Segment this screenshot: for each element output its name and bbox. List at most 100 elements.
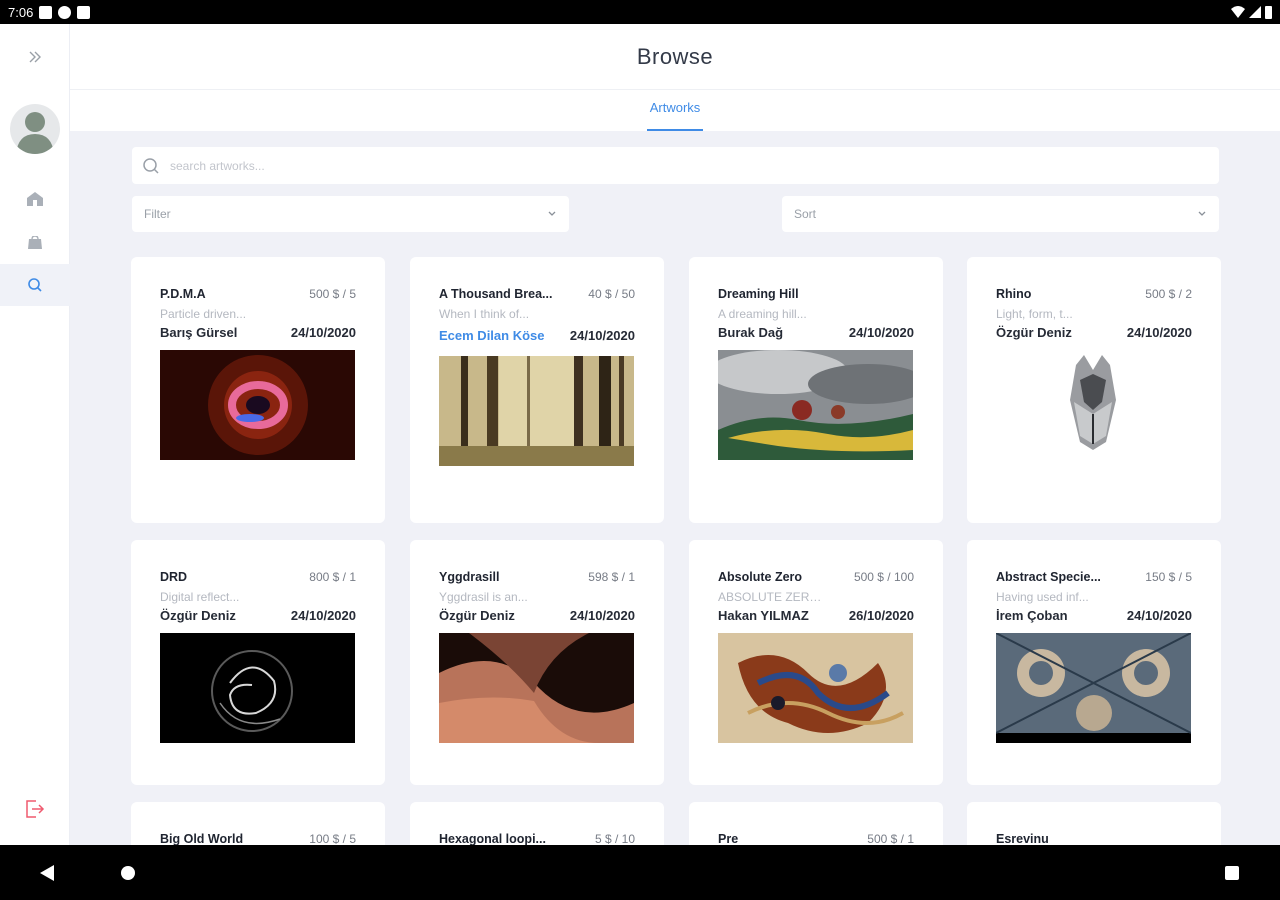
artwork-image[interactable] (996, 633, 1191, 743)
card-title: Esrevinu (996, 832, 1049, 845)
card-artist[interactable]: Burak Dağ (718, 325, 783, 340)
search-icon (143, 157, 159, 174)
nav-store-button[interactable] (0, 222, 70, 264)
avatar[interactable] (10, 104, 60, 154)
card-title: Big Old World (160, 832, 244, 845)
card-date: 26/10/2020 (848, 608, 914, 623)
card-title: P.D.M.A (160, 287, 206, 301)
artwork-image[interactable] (160, 633, 355, 743)
artwork-card[interactable]: Hexagonal loopi... 5 $ / 10 (410, 802, 664, 845)
card-artist[interactable]: Ecem Dilan Köse (439, 325, 545, 346)
expand-sidebar-button[interactable] (0, 36, 70, 78)
artwork-card[interactable]: Dreaming Hill A dreaming hill... Burak D… (689, 257, 943, 523)
artwork-card[interactable]: Big Old World 100 $ / 5 (131, 802, 385, 845)
nav-home-button[interactable] (0, 178, 70, 220)
home-icon (27, 192, 43, 206)
card-title: A Thousand Brea... (439, 287, 553, 301)
page-title: Browse (636, 43, 714, 69)
card-price: 500 $ / 2 (1145, 287, 1192, 301)
card-price: 598 $ / 1 (588, 570, 635, 584)
card-date: 24/10/2020 (290, 325, 356, 340)
card-description: Particle driven... (160, 307, 247, 321)
card-artist[interactable]: Hakan YILMAZ (718, 608, 809, 623)
artwork-card[interactable]: A Thousand Brea... 40 $ / 50 When I think… (410, 257, 664, 523)
artwork-card[interactable]: Absolute Zero 500 $ / 100 ABSOLUTE ZERO i… (689, 540, 943, 785)
card-date: 24/10/2020 (1126, 325, 1192, 340)
card-description: Having used inf... (996, 590, 1089, 604)
card-artist[interactable]: Özgür Deniz (996, 325, 1072, 340)
chevron-down-icon (1198, 211, 1206, 216)
artwork-card[interactable]: Abstract Specie... 150 $ / 5 Having used … (967, 540, 1221, 785)
status-bar: 7:06 (0, 0, 1280, 24)
home-circle-icon[interactable] (121, 866, 135, 880)
card-artist[interactable]: Barış Gürsel (160, 325, 237, 340)
filter-select[interactable]: Filter (132, 196, 569, 232)
artwork-card[interactable]: Rhino 500 $ / 2 Light, form, t... Özgür D… (967, 257, 1221, 523)
nav-search-button[interactable] (0, 264, 70, 306)
status-time: 7:06 (8, 4, 34, 20)
card-price: 500 $ / 100 (853, 570, 914, 584)
card-title: Pre (718, 832, 739, 845)
artwork-image[interactable] (718, 633, 913, 743)
card-date: 24/10/2020 (569, 328, 635, 343)
recents-icon[interactable] (1225, 866, 1239, 880)
chevron-down-icon (548, 211, 556, 216)
artwork-card[interactable]: Pre 500 $ / 1 (689, 802, 943, 845)
card-description: ABSOLUTE ZERO i... (718, 590, 828, 604)
sidebar (0, 24, 70, 845)
card-description: Light, form, t... (996, 307, 1073, 321)
artwork-image[interactable] (439, 633, 634, 743)
back-icon[interactable] (40, 865, 54, 881)
chevrons-right-icon (29, 51, 41, 63)
card-title: Absolute Zero (718, 570, 803, 584)
card-description: Yggdrasil is an... (439, 590, 528, 604)
card-date: 24/10/2020 (1126, 608, 1192, 623)
card-price: 100 $ / 5 (309, 832, 356, 845)
system-nav-bar (0, 845, 1280, 900)
search-bar (132, 147, 1219, 184)
sort-select[interactable]: Sort (782, 196, 1219, 232)
card-title: Yggdrasill (439, 570, 500, 584)
artwork-image[interactable] (996, 350, 1191, 460)
card-artist[interactable]: Özgür Deniz (160, 608, 236, 623)
app-window: Browse Artworks Filter Sort P.D.M.A 500 $… (0, 24, 1280, 845)
tab-artworks[interactable]: Artworks (647, 90, 703, 131)
card-title: Abstract Specie... (996, 570, 1101, 584)
search-icon (28, 278, 42, 292)
artwork-image[interactable] (718, 350, 913, 460)
tab-bar: Artworks (70, 90, 1280, 131)
artwork-card[interactable]: P.D.M.A 500 $ / 5 Particle driven... Barı… (131, 257, 385, 523)
card-date: 24/10/2020 (569, 608, 635, 623)
artwork-image[interactable] (160, 350, 355, 460)
filter-label: Filter (144, 207, 171, 221)
card-description: A dreaming hill... (718, 307, 807, 321)
notification-icon (39, 5, 53, 19)
card-price: 500 $ / 5 (309, 287, 356, 301)
signal-icon (1249, 6, 1261, 18)
card-title: Dreaming Hill (718, 287, 799, 301)
artwork-card[interactable]: Esrevinu (967, 802, 1221, 845)
card-artist[interactable]: İrem Çoban (996, 608, 1068, 623)
card-artist[interactable]: Özgür Deniz (439, 608, 515, 623)
card-price: 800 $ / 1 (309, 570, 356, 584)
sort-label: Sort (794, 207, 817, 221)
wifi-icon (1231, 6, 1245, 18)
artwork-image[interactable] (439, 356, 634, 466)
battery-icon (1265, 5, 1272, 19)
card-price: 40 $ / 50 (588, 287, 635, 301)
logout-icon (26, 800, 45, 818)
artwork-card[interactable]: Yggdrasill 598 $ / 1 Yggdrasil is an... Ö… (410, 540, 664, 785)
logout-button[interactable] (0, 788, 70, 830)
sd-card-icon (77, 5, 91, 19)
page-header: Browse (70, 24, 1280, 90)
card-price: 5 $ / 10 (594, 832, 635, 845)
card-price: 150 $ / 5 (1145, 570, 1192, 584)
card-date: 24/10/2020 (848, 325, 914, 340)
artwork-card[interactable]: DRD 800 $ / 1 Digital reflect... Özgür De… (131, 540, 385, 785)
app-notification-icon (58, 5, 72, 19)
card-title: Rhino (996, 287, 1032, 301)
card-title: DRD (160, 570, 188, 584)
search-input[interactable] (170, 158, 1070, 173)
card-title: Hexagonal loopi... (439, 832, 546, 845)
user-icon (16, 112, 54, 154)
